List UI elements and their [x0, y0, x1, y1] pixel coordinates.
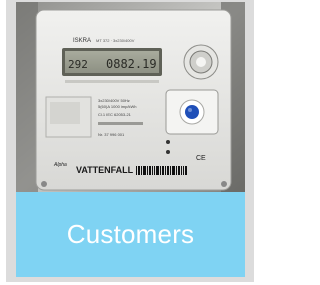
ce-mark: CE [196, 155, 206, 162]
display-reading: 0882.19 [106, 57, 157, 71]
svg-text:Cl.1 IEC 62053-21: Cl.1 IEC 62053-21 [98, 112, 132, 117]
caption-band[interactable]: Customers [16, 192, 245, 277]
brand: VATTENFALL [76, 165, 134, 175]
card-frame: ISKRA MT 372 · 3x230/400V 292 0882.19 3x… [6, 0, 254, 282]
svg-text:ISKRA: ISKRA [73, 38, 91, 44]
electricity-meter-photo: ISKRA MT 372 · 3x230/400V 292 0882.19 3x… [16, 2, 245, 192]
customers-card[interactable]: ISKRA MT 372 · 3x230/400V 292 0882.19 3x… [16, 2, 245, 277]
card-caption: Customers [66, 219, 195, 249]
svg-text:5(60)A 1000 imp/kWh: 5(60)A 1000 imp/kWh [98, 104, 136, 109]
sub-brand: Alpha [53, 162, 67, 168]
svg-text:3x230/400V 50Hz: 3x230/400V 50Hz [98, 98, 130, 103]
svg-text:Nr. 37 996 001: Nr. 37 996 001 [98, 132, 125, 137]
page: ISKRA MT 372 · 3x230/400V 292 0882.19 3x… [0, 0, 260, 285]
display-left: 292 [68, 58, 88, 71]
svg-text:MT 372 · 3x230/400V: MT 372 · 3x230/400V [96, 38, 135, 43]
